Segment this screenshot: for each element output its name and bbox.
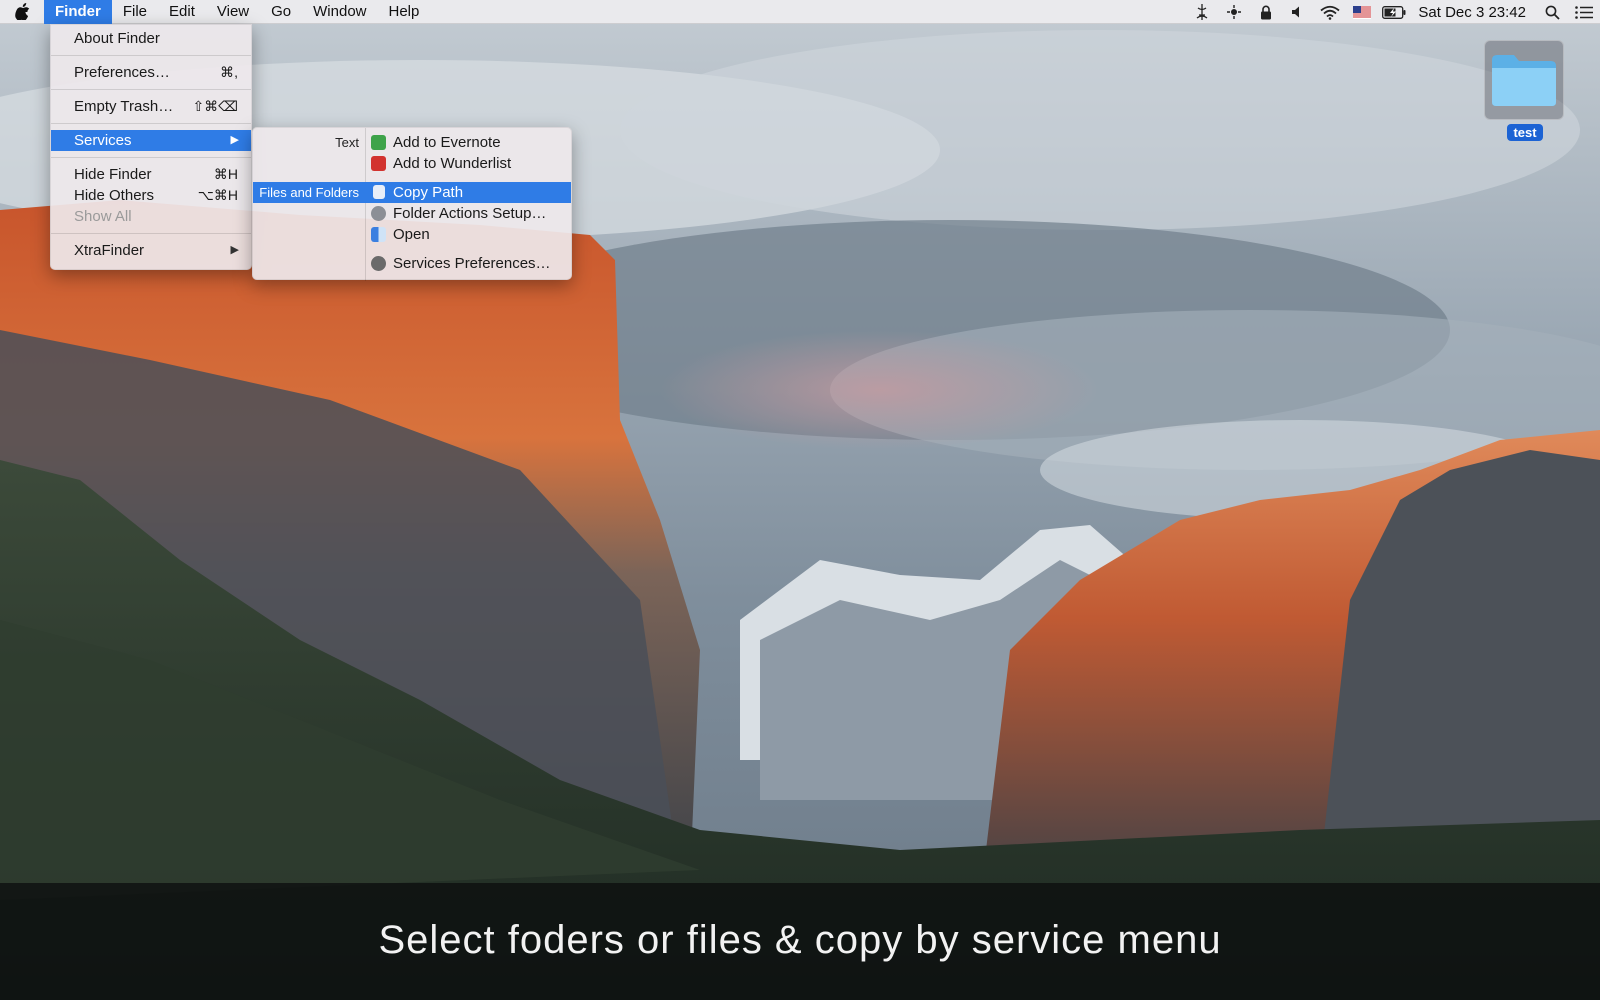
open-item[interactable]: Open	[365, 224, 571, 245]
about-finder-item[interactable]: About Finder	[51, 28, 251, 49]
wunderlist-icon	[371, 156, 386, 171]
service-row-evernote[interactable]: Text Add to Evernote	[253, 132, 571, 153]
hide-others-item[interactable]: Hide Others ⌥⌘H	[51, 185, 251, 206]
menu-file[interactable]: File	[112, 0, 158, 24]
folder-selection-frame	[1484, 40, 1564, 120]
folder-actions-icon	[371, 206, 386, 221]
about-finder-label: About Finder	[74, 30, 160, 47]
hide-others-shortcut: ⌥⌘H	[197, 187, 238, 203]
menu-separator	[51, 123, 251, 124]
caption-text: Select foders or files & copy by service…	[378, 918, 1222, 962]
service-row-preferences[interactable]: Services Preferences…	[253, 253, 571, 274]
services-label: Services	[74, 132, 132, 149]
show-all-item: Show All	[51, 206, 251, 227]
hide-finder-label: Hide Finder	[74, 166, 152, 183]
preferences-item[interactable]: Preferences… ⌘,	[51, 62, 251, 83]
brightness-icon[interactable]	[1218, 0, 1250, 24]
us-flag-icon[interactable]	[1346, 0, 1378, 24]
add-to-evernote-item[interactable]: Add to Evernote	[365, 132, 571, 153]
desktop-folder[interactable]: test	[1484, 40, 1566, 141]
menu-window[interactable]: Window	[302, 0, 377, 24]
menu-spacer	[253, 245, 571, 253]
service-row-wunderlist[interactable]: Add to Wunderlist	[253, 153, 571, 174]
menu-bar: Finder File Edit View Go Window Help Sat…	[0, 0, 1600, 24]
finder-icon	[371, 227, 386, 242]
copy-path-item[interactable]: Copy Path	[365, 182, 571, 203]
menu-edit[interactable]: Edit	[158, 0, 206, 24]
copy-path-icon	[373, 185, 385, 199]
menu-finder[interactable]: Finder	[44, 0, 112, 24]
hide-finder-item[interactable]: Hide Finder ⌘H	[51, 164, 251, 185]
menu-separator	[51, 55, 251, 56]
preferences-label: Preferences…	[74, 64, 170, 81]
add-to-wunderlist-item[interactable]: Add to Wunderlist	[365, 153, 571, 174]
preferences-shortcut: ⌘,	[220, 64, 238, 80]
menu-help[interactable]: Help	[378, 0, 431, 24]
apple-logo-icon[interactable]	[0, 0, 44, 24]
folder-label: test	[1507, 124, 1543, 141]
volume-icon[interactable]	[1282, 0, 1314, 24]
menu-separator	[51, 157, 251, 158]
submenu-arrow-icon: ▶	[230, 244, 239, 256]
xtrafinder-item[interactable]: XtraFinder ▶	[51, 240, 251, 261]
empty-trash-shortcut: ⇧⌘⌫	[192, 98, 238, 114]
wifi-icon[interactable]	[1314, 0, 1346, 24]
hide-finder-shortcut: ⌘H	[213, 166, 238, 182]
services-preferences-label: Services Preferences…	[393, 255, 551, 272]
open-label: Open	[393, 226, 430, 243]
folder-actions-setup-item[interactable]: Folder Actions Setup…	[365, 203, 571, 224]
xtrafinder-label: XtraFinder	[74, 242, 145, 259]
empty-trash-label: Empty Trash…	[74, 98, 174, 115]
show-all-label: Show All	[74, 208, 132, 225]
menu-separator	[51, 233, 251, 234]
folder-icon	[1492, 55, 1556, 106]
service-row-copy-path[interactable]: Files and Folders Copy Path	[253, 182, 571, 203]
services-submenu: Text Add to Evernote Add to Wunderlist F…	[252, 127, 572, 281]
add-to-evernote-label: Add to Evernote	[393, 134, 501, 151]
category-files-folders-label: Files and Folders	[259, 185, 359, 200]
service-row-folder-actions[interactable]: Folder Actions Setup…	[253, 203, 571, 224]
menu-view[interactable]: View	[206, 0, 260, 24]
menubar-clock[interactable]: Sat Dec 3 23:42	[1410, 4, 1536, 21]
notification-center-icon[interactable]	[1568, 0, 1600, 24]
services-item[interactable]: Services ▶	[51, 130, 251, 151]
system-preferences-icon	[371, 256, 386, 271]
menu-separator	[51, 89, 251, 90]
spotlight-search-icon[interactable]	[1536, 0, 1568, 24]
hide-others-label: Hide Others	[74, 187, 155, 204]
category-text-label: Text	[335, 135, 359, 150]
status-area: Sat Dec 3 23:42	[1186, 0, 1600, 24]
evernote-icon	[371, 135, 386, 150]
submenu-arrow-icon: ▶	[230, 134, 239, 146]
menu-spacer	[253, 174, 571, 182]
lock-icon[interactable]	[1250, 0, 1282, 24]
copy-path-label: Copy Path	[393, 184, 464, 201]
finder-menu: About Finder Preferences… ⌘, Empty Trash……	[50, 24, 252, 270]
add-to-wunderlist-label: Add to Wunderlist	[393, 155, 512, 172]
empty-trash-item[interactable]: Empty Trash… ⇧⌘⌫	[51, 96, 251, 117]
services-preferences-item[interactable]: Services Preferences…	[365, 253, 571, 274]
ancient-sign-icon[interactable]	[1186, 0, 1218, 24]
service-row-open[interactable]: Open	[253, 224, 571, 245]
folder-actions-label: Folder Actions Setup…	[393, 205, 547, 222]
battery-charging-icon[interactable]	[1378, 0, 1410, 24]
menu-go[interactable]: Go	[260, 0, 302, 24]
